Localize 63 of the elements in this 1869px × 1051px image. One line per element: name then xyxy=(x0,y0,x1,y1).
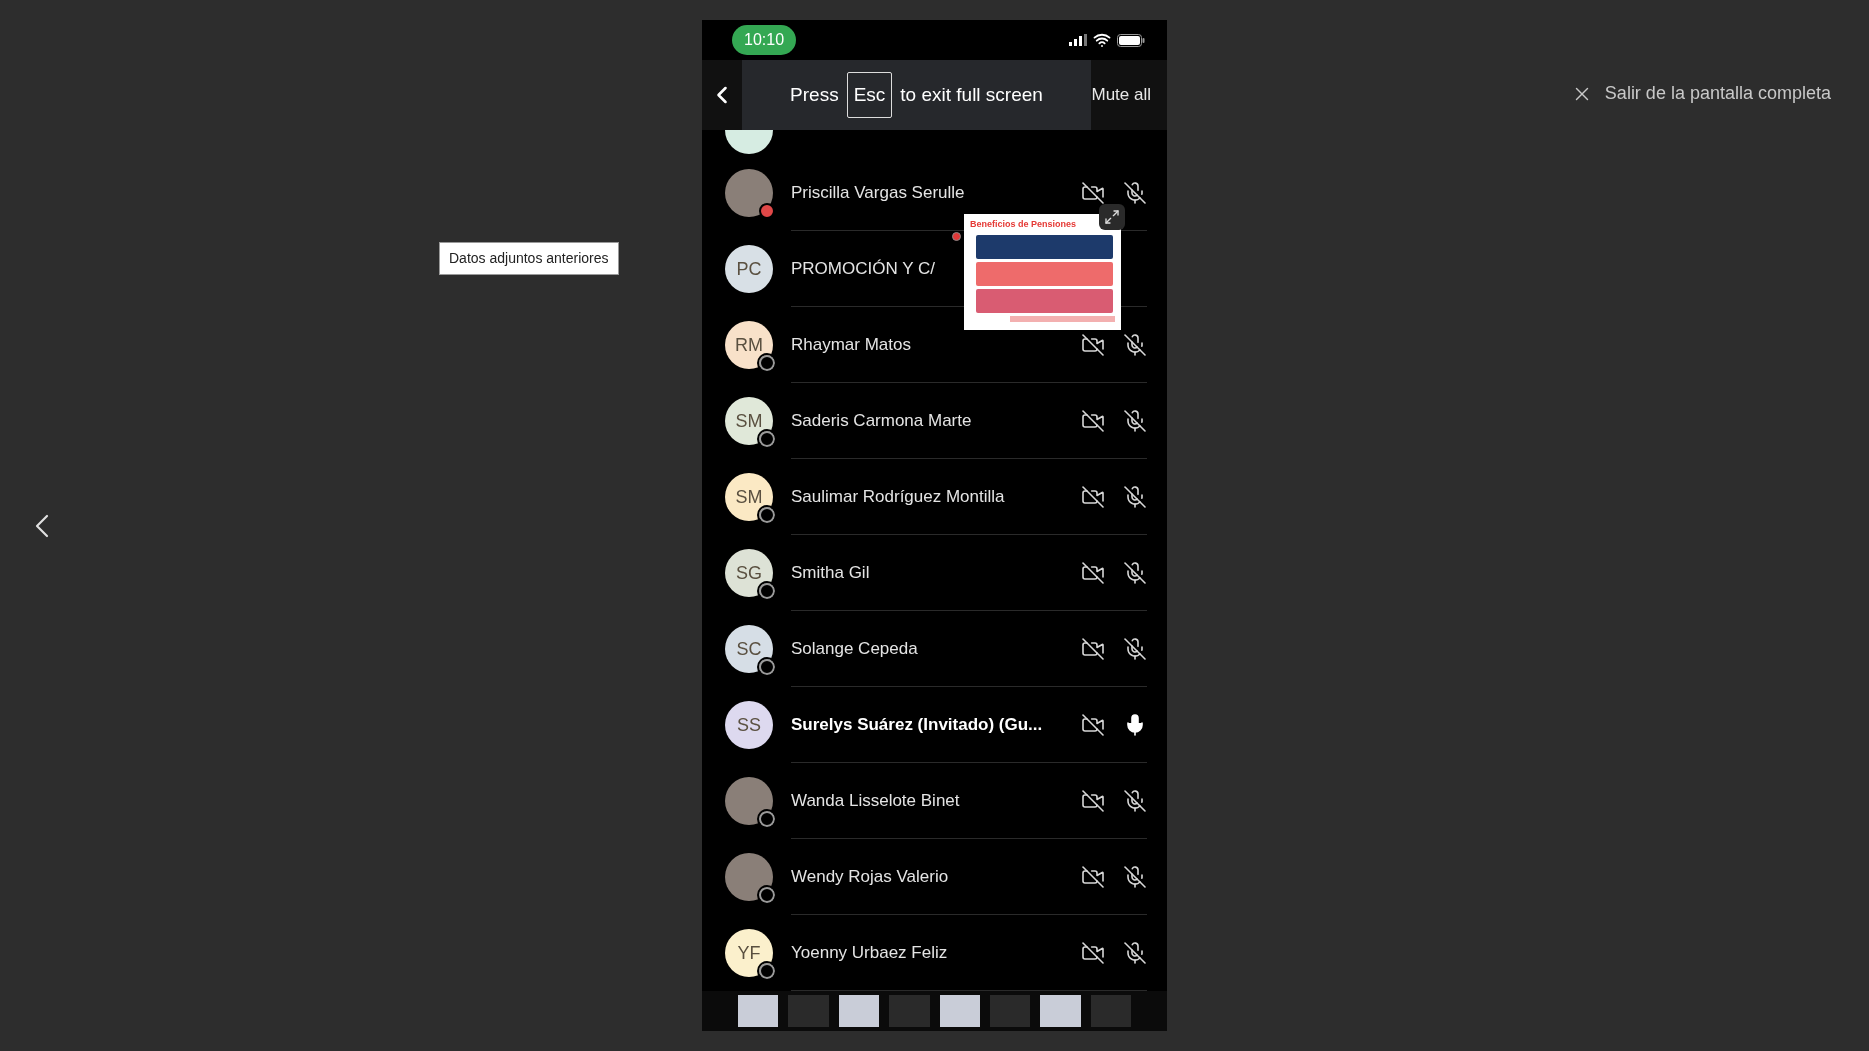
avatar-photo xyxy=(725,853,773,901)
avatar-initials: SM xyxy=(725,473,773,521)
thumbnail-image[interactable] xyxy=(1090,995,1131,1027)
thumbnail-image[interactable] xyxy=(1040,995,1081,1027)
video-off-icon[interactable] xyxy=(1081,864,1105,889)
avatar-initials: SM xyxy=(725,397,773,445)
participant-name: Priscilla Vargas Serulle xyxy=(791,181,965,204)
exit-fullscreen-button[interactable]: Salir de la pantalla completa xyxy=(1570,80,1831,107)
participant-name: Rhaymar Matos xyxy=(791,333,911,356)
mic-off-icon[interactable] xyxy=(1123,332,1147,357)
participant-name: Wanda Lisselote Binet xyxy=(791,789,960,812)
mic-off-icon[interactable] xyxy=(1123,180,1147,205)
participant-name: Solange Cepeda xyxy=(791,637,918,660)
participant-name: Yoenny Urbaez Feliz xyxy=(791,941,948,964)
video-off-icon[interactable] xyxy=(1081,560,1105,585)
avatar-initials: RM xyxy=(725,321,773,369)
participant-name: PROMOCIÓN Y C/ xyxy=(791,257,935,280)
participant-name: Smitha Gil xyxy=(791,561,870,584)
avatar-initials: SC xyxy=(725,625,773,673)
mic-off-icon[interactable] xyxy=(1123,560,1147,585)
thumbnail-image[interactable] xyxy=(889,995,930,1027)
avatar-photo xyxy=(725,777,773,825)
thumbnail-image[interactable] xyxy=(788,995,829,1027)
video-off-icon[interactable] xyxy=(1081,484,1105,509)
slide-preview[interactable]: Beneficios de Pensiones xyxy=(964,214,1121,330)
mic-off-icon[interactable] xyxy=(1123,484,1147,509)
esc-key: Esc xyxy=(846,71,893,119)
avatar-initials: PC xyxy=(725,245,773,293)
thumbnail-image[interactable] xyxy=(939,995,980,1027)
time-pill: 10:10 xyxy=(732,25,797,55)
thumbnail-image[interactable] xyxy=(989,995,1031,1027)
video-off-icon[interactable] xyxy=(1081,332,1105,357)
thumbnail-image[interactable] xyxy=(838,995,880,1027)
video-off-icon[interactable] xyxy=(1081,712,1105,737)
mic-off-icon[interactable] xyxy=(1123,940,1147,965)
video-off-icon[interactable] xyxy=(1081,408,1105,433)
hint-text: to exit full screen xyxy=(900,82,1043,107)
expand-button[interactable] xyxy=(1099,204,1125,230)
mute-all-button[interactable]: Mute all xyxy=(1091,82,1151,108)
slide-title: Beneficios de Pensiones xyxy=(970,218,1078,231)
thumbnail-image[interactable] xyxy=(738,995,779,1027)
avatar-initials: SG xyxy=(725,549,773,597)
avatar-photo xyxy=(725,169,773,217)
mic-off-icon[interactable] xyxy=(1123,788,1147,813)
battery-icon xyxy=(1117,33,1145,47)
video-off-icon[interactable] xyxy=(1081,636,1105,661)
video-off-icon[interactable] xyxy=(1081,940,1105,965)
wifi-icon xyxy=(1093,31,1111,49)
avatar-initials: SS xyxy=(725,701,773,749)
participant-name: Saulimar Rodríguez Montilla xyxy=(791,485,1005,508)
tooltip: Datos adjuntos anteriores xyxy=(439,242,619,275)
mic-off-icon[interactable] xyxy=(1123,636,1147,661)
video-off-icon[interactable] xyxy=(1081,788,1105,813)
mic-off-icon[interactable] xyxy=(1123,864,1147,889)
signal-icon xyxy=(1069,34,1087,46)
participant-name: Saderis Carmona Marte xyxy=(791,409,972,432)
hint-text: Press xyxy=(790,82,839,107)
video-off-icon[interactable] xyxy=(1081,180,1105,205)
participant-name: Surelys Suárez (Invitado) (Gu... xyxy=(791,713,1043,736)
expand-icon xyxy=(1104,209,1120,225)
participant-name: Wendy Rojas Valerio xyxy=(791,865,949,888)
mic-off-icon[interactable] xyxy=(1123,408,1147,433)
avatar-initials: YF xyxy=(725,929,773,977)
